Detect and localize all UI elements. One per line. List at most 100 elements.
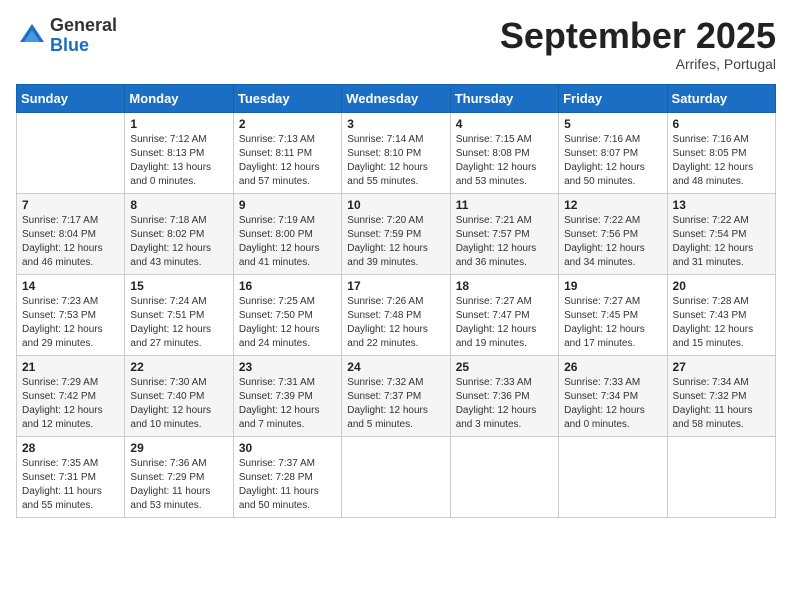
day-number: 12 [564, 198, 661, 212]
calendar-cell [342, 436, 450, 517]
calendar-week-row: 7 Sunrise: 7:17 AM Sunset: 8:04 PM Daylig… [17, 193, 776, 274]
weekday-header: Monday [125, 84, 233, 112]
day-info: Sunrise: 7:29 AM Sunset: 7:42 PM Dayligh… [22, 376, 119, 432]
day-info: Sunrise: 7:23 AM Sunset: 7:53 PM Dayligh… [22, 295, 119, 351]
day-info: Sunrise: 7:27 AM Sunset: 7:47 PM Dayligh… [456, 295, 553, 351]
logo-text: General Blue [50, 16, 117, 56]
day-info: Sunrise: 7:26 AM Sunset: 7:48 PM Dayligh… [347, 295, 444, 351]
day-number: 29 [130, 441, 227, 455]
calendar-cell: 15 Sunrise: 7:24 AM Sunset: 7:51 PM Dayli… [125, 274, 233, 355]
calendar-cell: 1 Sunrise: 7:12 AM Sunset: 8:13 PM Daylig… [125, 112, 233, 193]
day-info: Sunrise: 7:30 AM Sunset: 7:40 PM Dayligh… [130, 376, 227, 432]
day-info: Sunrise: 7:35 AM Sunset: 7:31 PM Dayligh… [22, 457, 119, 513]
weekday-header: Tuesday [233, 84, 341, 112]
calendar-cell: 14 Sunrise: 7:23 AM Sunset: 7:53 PM Dayli… [17, 274, 125, 355]
day-number: 4 [456, 117, 553, 131]
calendar-cell: 18 Sunrise: 7:27 AM Sunset: 7:47 PM Dayli… [450, 274, 558, 355]
calendar-cell: 28 Sunrise: 7:35 AM Sunset: 7:31 PM Dayli… [17, 436, 125, 517]
calendar-cell: 9 Sunrise: 7:19 AM Sunset: 8:00 PM Daylig… [233, 193, 341, 274]
weekday-header: Saturday [667, 84, 775, 112]
location-subtitle: Arrifes, Portugal [500, 56, 776, 72]
calendar-cell [450, 436, 558, 517]
day-info: Sunrise: 7:28 AM Sunset: 7:43 PM Dayligh… [673, 295, 770, 351]
calendar-cell: 23 Sunrise: 7:31 AM Sunset: 7:39 PM Dayli… [233, 355, 341, 436]
calendar-cell: 17 Sunrise: 7:26 AM Sunset: 7:48 PM Dayli… [342, 274, 450, 355]
calendar-cell [17, 112, 125, 193]
day-info: Sunrise: 7:36 AM Sunset: 7:29 PM Dayligh… [130, 457, 227, 513]
day-number: 14 [22, 279, 119, 293]
day-number: 28 [22, 441, 119, 455]
day-number: 9 [239, 198, 336, 212]
logo-blue: Blue [50, 36, 117, 56]
day-number: 21 [22, 360, 119, 374]
day-number: 18 [456, 279, 553, 293]
day-number: 27 [673, 360, 770, 374]
day-number: 8 [130, 198, 227, 212]
weekday-header: Wednesday [342, 84, 450, 112]
day-info: Sunrise: 7:37 AM Sunset: 7:28 PM Dayligh… [239, 457, 336, 513]
calendar-cell: 6 Sunrise: 7:16 AM Sunset: 8:05 PM Daylig… [667, 112, 775, 193]
weekday-header: Friday [559, 84, 667, 112]
day-info: Sunrise: 7:16 AM Sunset: 8:07 PM Dayligh… [564, 133, 661, 189]
calendar-cell: 11Sunrise: 7:21 AM Sunset: 7:57 PM Dayli… [450, 193, 558, 274]
day-info: Sunrise: 7:32 AM Sunset: 7:37 PM Dayligh… [347, 376, 444, 432]
day-number: 10 [347, 198, 444, 212]
day-number: 3 [347, 117, 444, 131]
day-number: 6 [673, 117, 770, 131]
month-title: September 2025 [500, 16, 776, 56]
day-info: Sunrise: 7:16 AM Sunset: 8:05 PM Dayligh… [673, 133, 770, 189]
calendar-cell: 16Sunrise: 7:25 AM Sunset: 7:50 PM Dayli… [233, 274, 341, 355]
day-info: Sunrise: 7:22 AM Sunset: 7:54 PM Dayligh… [673, 214, 770, 270]
day-info: Sunrise: 7:18 AM Sunset: 8:02 PM Dayligh… [130, 214, 227, 270]
calendar-cell: 5 Sunrise: 7:16 AM Sunset: 8:07 PM Daylig… [559, 112, 667, 193]
day-info: Sunrise: 7:31 AM Sunset: 7:39 PM Dayligh… [239, 376, 336, 432]
calendar-cell: 12 Sunrise: 7:22 AM Sunset: 7:56 PM Dayli… [559, 193, 667, 274]
day-number: 13 [673, 198, 770, 212]
day-info: Sunrise: 7:22 AM Sunset: 7:56 PM Dayligh… [564, 214, 661, 270]
day-info: Sunrise: 7:33 AM Sunset: 7:36 PM Dayligh… [456, 376, 553, 432]
day-number: 16 [239, 279, 336, 293]
day-number: 24 [347, 360, 444, 374]
calendar-cell: 25Sunrise: 7:33 AM Sunset: 7:36 PM Dayli… [450, 355, 558, 436]
day-info: Sunrise: 7:13 AM Sunset: 8:11 PM Dayligh… [239, 133, 336, 189]
calendar-cell: 20 Sunrise: 7:28 AM Sunset: 7:43 PM Dayli… [667, 274, 775, 355]
calendar-cell: 22 Sunrise: 7:30 AM Sunset: 7:40 PM Dayli… [125, 355, 233, 436]
calendar-cell: 30 Sunrise: 7:37 AM Sunset: 7:28 PM Dayli… [233, 436, 341, 517]
day-info: Sunrise: 7:27 AM Sunset: 7:45 PM Dayligh… [564, 295, 661, 351]
day-number: 23 [239, 360, 336, 374]
logo-general: General [50, 16, 117, 36]
calendar-cell: 26Sunrise: 7:33 AM Sunset: 7:34 PM Dayli… [559, 355, 667, 436]
day-number: 2 [239, 117, 336, 131]
day-number: 15 [130, 279, 227, 293]
day-number: 7 [22, 198, 119, 212]
calendar-cell: 3 Sunrise: 7:14 AM Sunset: 8:10 PM Daylig… [342, 112, 450, 193]
day-number: 5 [564, 117, 661, 131]
day-info: Sunrise: 7:12 AM Sunset: 8:13 PM Dayligh… [130, 133, 227, 189]
day-info: Sunrise: 7:24 AM Sunset: 7:51 PM Dayligh… [130, 295, 227, 351]
calendar-table: SundayMondayTuesdayWednesdayThursdayFrid… [16, 84, 776, 518]
day-number: 20 [673, 279, 770, 293]
day-info: Sunrise: 7:15 AM Sunset: 8:08 PM Dayligh… [456, 133, 553, 189]
calendar-cell: 10Sunrise: 7:20 AM Sunset: 7:59 PM Dayli… [342, 193, 450, 274]
logo: General Blue [16, 16, 117, 56]
calendar-cell: 4 Sunrise: 7:15 AM Sunset: 8:08 PM Daylig… [450, 112, 558, 193]
day-number: 22 [130, 360, 227, 374]
page-header: General Blue September 2025 Arrifes, Por… [16, 16, 776, 72]
day-info: Sunrise: 7:17 AM Sunset: 8:04 PM Dayligh… [22, 214, 119, 270]
calendar-cell: 29 Sunrise: 7:36 AM Sunset: 7:29 PM Dayli… [125, 436, 233, 517]
title-block: September 2025 Arrifes, Portugal [500, 16, 776, 72]
day-number: 1 [130, 117, 227, 131]
day-number: 17 [347, 279, 444, 293]
calendar-cell: 2 Sunrise: 7:13 AM Sunset: 8:11 PM Daylig… [233, 112, 341, 193]
calendar-cell: 24 Sunrise: 7:32 AM Sunset: 7:37 PM Dayli… [342, 355, 450, 436]
day-number: 30 [239, 441, 336, 455]
day-number: 11 [456, 198, 553, 212]
calendar-cell: 27Sunrise: 7:34 AM Sunset: 7:32 PM Dayli… [667, 355, 775, 436]
calendar-cell [667, 436, 775, 517]
day-info: Sunrise: 7:19 AM Sunset: 8:00 PM Dayligh… [239, 214, 336, 270]
day-info: Sunrise: 7:14 AM Sunset: 8:10 PM Dayligh… [347, 133, 444, 189]
calendar-week-row: 1 Sunrise: 7:12 AM Sunset: 8:13 PM Daylig… [17, 112, 776, 193]
weekday-header: Sunday [17, 84, 125, 112]
calendar-cell: 13 Sunrise: 7:22 AM Sunset: 7:54 PM Dayli… [667, 193, 775, 274]
day-number: 19 [564, 279, 661, 293]
